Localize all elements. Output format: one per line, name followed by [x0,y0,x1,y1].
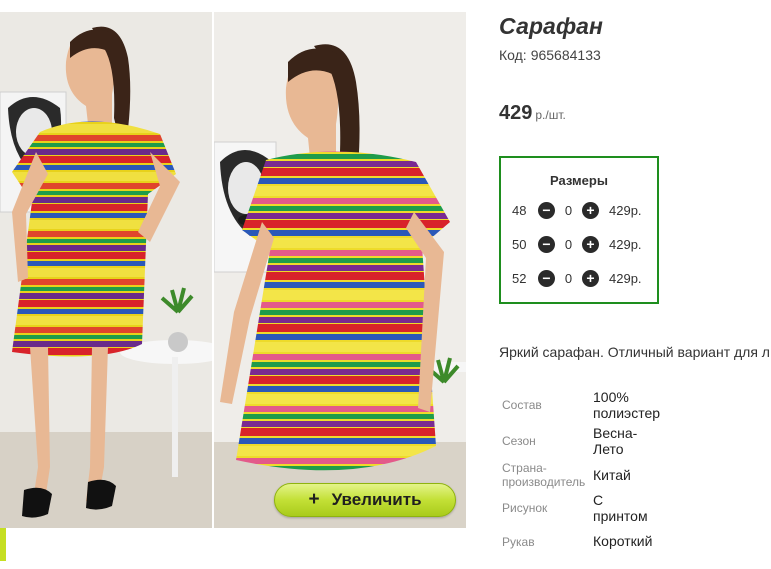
quantity-value[interactable]: 0 [555,237,582,252]
property-label-line: производитель [502,475,586,489]
property-label: Сезон [502,434,536,448]
property-value: Весна- Лето [593,425,637,457]
quantity-value[interactable]: 0 [555,271,582,286]
zoom-button-label: Увеличить [331,490,422,509]
property-label: Страна- производитель [502,461,585,489]
size-row: 48 − 0 + 429р. [512,199,642,221]
minus-icon: − [542,270,551,286]
product-code: Код: 965684133 [499,47,601,63]
property-label: Рисунок [502,501,548,515]
decrease-button[interactable]: − [538,235,555,253]
zoom-button[interactable]: + Увеличить [274,483,456,517]
size-row: 50 − 0 + 429р. [512,233,642,255]
size-price: 429р. [609,236,642,252]
property-value: Короткий [593,533,653,549]
product-price-unit: р./шт. [535,108,566,122]
product-photo-secondary[interactable]: + Увеличить [214,12,466,528]
size-label: 52 [512,270,527,286]
size-price: 429р. [609,202,642,218]
plus-icon: + [586,270,595,286]
property-value-line: 100% [593,389,629,405]
quantity-value[interactable]: 0 [555,203,582,218]
property-value: Китай [593,467,631,483]
property-label: Состав [502,398,542,412]
product-title: Сарафан [499,13,603,39]
product-code-label: Код: [499,47,527,63]
decrease-button[interactable]: − [538,269,555,287]
sizes-panel: Размеры 48 − 0 + 429р. 50 − 0 + 429р. 52… [499,156,659,304]
property-label-line: Страна- [502,461,547,475]
sizes-title: Размеры [550,173,608,188]
property-label: Рукав [502,535,535,549]
product-price-value: 429 [499,102,533,124]
increase-button[interactable]: + [582,269,599,287]
plus-icon: + [586,236,595,252]
increase-button[interactable]: + [582,201,599,219]
plus-icon: + [586,202,595,218]
size-label: 50 [512,236,527,252]
property-value-line: принтом [593,508,648,524]
minus-icon: − [542,236,551,252]
product-description: Яркий сарафан. Отличный вариант для л [499,344,770,360]
product-photo-right-image [214,12,466,528]
property-value-line: Лето [593,441,624,457]
property-value-line: С [593,492,604,508]
product-code-value: 965684133 [530,47,601,63]
minus-icon: − [542,202,551,218]
increase-button[interactable]: + [582,235,599,253]
product-photo-main[interactable] [0,12,212,528]
size-price: 429р. [609,270,642,286]
size-label: 48 [512,202,527,218]
accent-strip [0,528,6,561]
property-value: С принтом [593,492,648,524]
product-price: 429 р./шт. [499,102,566,125]
product-photo-left-image [0,12,212,528]
property-value: 100% полиэстер [593,389,660,421]
property-value-line: Весна- [593,425,638,441]
property-value-line: полиэстер [593,405,661,421]
plus-icon: + [308,489,320,510]
decrease-button[interactable]: − [538,201,555,219]
size-row: 52 − 0 + 429р. [512,267,642,289]
